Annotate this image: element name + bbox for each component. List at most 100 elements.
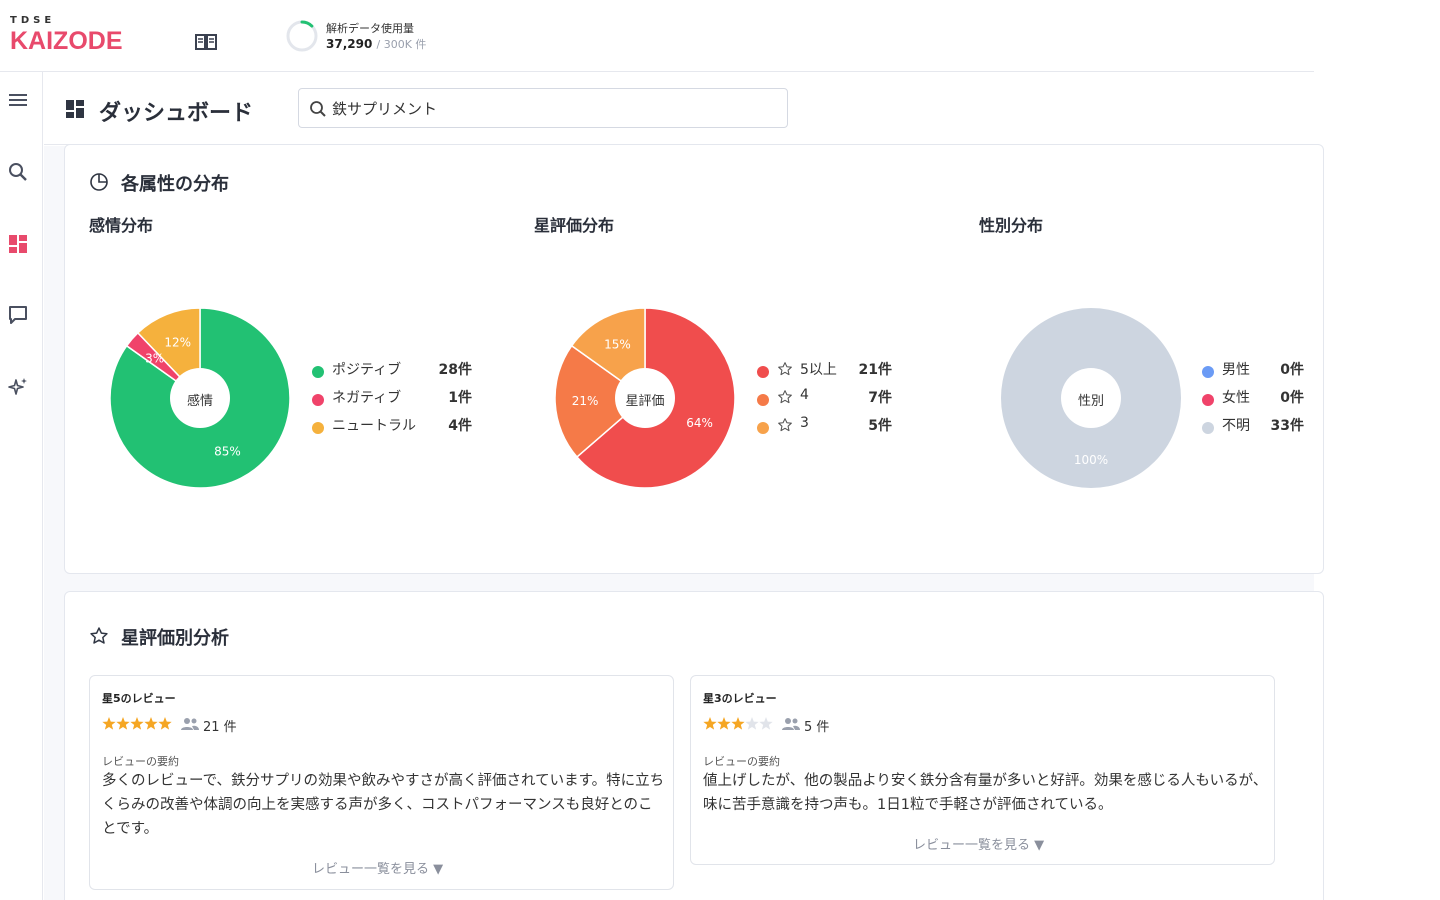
donut-center-label: 性別 (1077, 394, 1104, 409)
slice-percent-label: 21% (572, 394, 599, 408)
app-logo[interactable]: TDSE KAIZODE (10, 15, 123, 56)
logo-subtitle: TDSE (10, 15, 56, 26)
chart-title-star-rating: 星評価分布 (534, 216, 615, 235)
search-input[interactable] (332, 97, 772, 119)
legend-count: 28件 (438, 362, 472, 378)
star-outline-icon (90, 627, 108, 644)
legend-dot (312, 394, 324, 406)
usage-label: 解析データ使用量 (326, 22, 414, 35)
usage-value: 37,290 / 300K 件 (326, 36, 426, 52)
star-empty-icon (759, 717, 773, 730)
slice-percent-label: 12% (164, 335, 191, 349)
review-summary-text: 多くのレビューで、鉄分サプリの効果や飲みやすさが高く評価されています。特に立ちく… (102, 773, 665, 837)
legend-count: 7件 (868, 390, 892, 406)
legend-item: 5以上 21件 (757, 358, 892, 386)
star-rating-icon (102, 717, 172, 730)
legend-item: 3 5件 (757, 414, 892, 442)
star-filled-icon (703, 717, 717, 730)
chart-title-gender: 性別分布 (979, 216, 1044, 235)
legend-label: ポジティブ (332, 362, 402, 378)
search-icon[interactable] (7, 161, 29, 183)
chat-icon[interactable] (7, 304, 29, 326)
star-filled-icon (116, 717, 130, 730)
legend-dot (757, 422, 769, 434)
legend-dot (312, 366, 324, 378)
legend-count: 0件 (1280, 362, 1304, 378)
top-header: TDSE KAIZODE 解析データ使用量 37,290 / 300K 件 (0, 0, 1314, 72)
star-filled-icon (144, 717, 158, 730)
star-outline-icon (778, 418, 792, 432)
review-summary-text: 値上げしたが、他の製品より安く鉄分含有量が多いと好評。効果を感じる人もいるが、味… (703, 773, 1268, 813)
legend-dot (757, 366, 769, 378)
slice-percent-label: 85% (214, 444, 241, 458)
attribute-distribution-card: 各属性の分布 感情分布 85% 3% 12% 感情 ポジティブ 28件 ネガティブ … (64, 144, 1324, 574)
review-count: 5 件 (804, 720, 830, 735)
gender-legend: 男性 0件 女性 0件 不明 33件 (1202, 358, 1304, 442)
star-rating-icon (703, 717, 773, 730)
star-filled-icon (717, 717, 731, 730)
sidebar (0, 72, 43, 900)
legend-label: 4 (800, 387, 809, 403)
legend-item: 4 7件 (757, 386, 892, 414)
legend-item: 不明 33件 (1202, 414, 1304, 442)
section-title: 各属性の分布 (121, 174, 229, 195)
legend-label: 女性 (1222, 390, 1250, 406)
sparkle-icon[interactable] (7, 376, 29, 398)
legend-count: 21件 (858, 362, 892, 378)
legend-item: ポジティブ 28件 (312, 358, 472, 386)
slice-percent-label: 3% (145, 352, 164, 366)
chart-title-sentiment: 感情分布 (89, 216, 154, 235)
legend-count: 4件 (448, 418, 472, 434)
legend-item: 男性 0件 (1202, 358, 1304, 386)
dashboard-title-icon (66, 100, 84, 118)
section-title: 星評価別分析 (121, 628, 229, 649)
review-card-title: 星3のレビュー (703, 692, 777, 705)
sentiment-legend: ポジティブ 28件 ネガティブ 1件 ニュートラル 4件 (312, 358, 472, 442)
star-filled-icon (731, 717, 745, 730)
donut-center-label: 感情 (186, 394, 213, 409)
summary-label: レビューの要約 (703, 755, 780, 768)
legend-label: ニュートラル (332, 418, 416, 434)
star-rating-legend: 5以上 21件 4 7件 3 5件 (757, 358, 892, 442)
legend-dot (1202, 366, 1214, 378)
legend-count: 0件 (1280, 390, 1304, 406)
legend-item: 女性 0件 (1202, 386, 1304, 414)
slice-percent-label: 15% (604, 338, 631, 352)
book-icon[interactable] (194, 32, 218, 52)
legend-item: ニュートラル 4件 (312, 414, 472, 442)
people-icon (181, 718, 199, 730)
slice-percent-label: 64% (686, 416, 713, 430)
donut-center-label: 星評価 (625, 394, 665, 409)
legend-dot (312, 422, 324, 434)
pie-chart-icon (90, 173, 108, 191)
review-summary-card-star3: 星3のレビュー 5 件 レビューの要約 値上げしたが、他の製品より安く鉄分含有量… (690, 675, 1275, 865)
star-filled-icon (102, 717, 116, 730)
star-analysis-card: 星評価別分析 星5のレビュー 21 件 レビューの要約 多くのレビューで、鉄分サ… (64, 591, 1324, 900)
usage-count: 37,290 (326, 37, 373, 51)
review-summary-card-star5: 星5のレビュー 21 件 レビューの要約 多くのレビューで、鉄分サプリの効果や飲… (89, 675, 674, 890)
star-empty-icon (745, 717, 759, 730)
star-outline-icon (778, 390, 792, 404)
legend-dot (757, 394, 769, 406)
star-outline-icon (778, 362, 792, 376)
search-box[interactable] (298, 88, 788, 128)
people-icon (782, 718, 800, 730)
usage-limit: / 300K 件 (376, 38, 427, 51)
star-filled-icon (130, 717, 144, 730)
view-reviews-link[interactable]: レビュー一覧を見る ▼ (913, 834, 1044, 853)
logo-title: KAIZODE (10, 27, 123, 55)
review-card-title: 星5のレビュー (102, 692, 176, 705)
page-header: ダッシュボード (44, 73, 1314, 145)
legend-label: 5以上 (800, 362, 837, 378)
legend-dot (1202, 394, 1214, 406)
review-count: 21 件 (203, 720, 237, 735)
legend-count: 33件 (1270, 418, 1304, 434)
menu-icon[interactable] (7, 89, 29, 111)
dashboard-icon[interactable] (7, 233, 29, 255)
legend-count: 5件 (868, 418, 892, 434)
summary-label: レビューの要約 (102, 755, 179, 768)
star-filled-icon (158, 717, 172, 730)
view-reviews-link[interactable]: レビュー一覧を見る ▼ (312, 858, 443, 877)
legend-item: ネガティブ 1件 (312, 386, 472, 414)
slice-percent-label: 100% (1074, 453, 1108, 467)
